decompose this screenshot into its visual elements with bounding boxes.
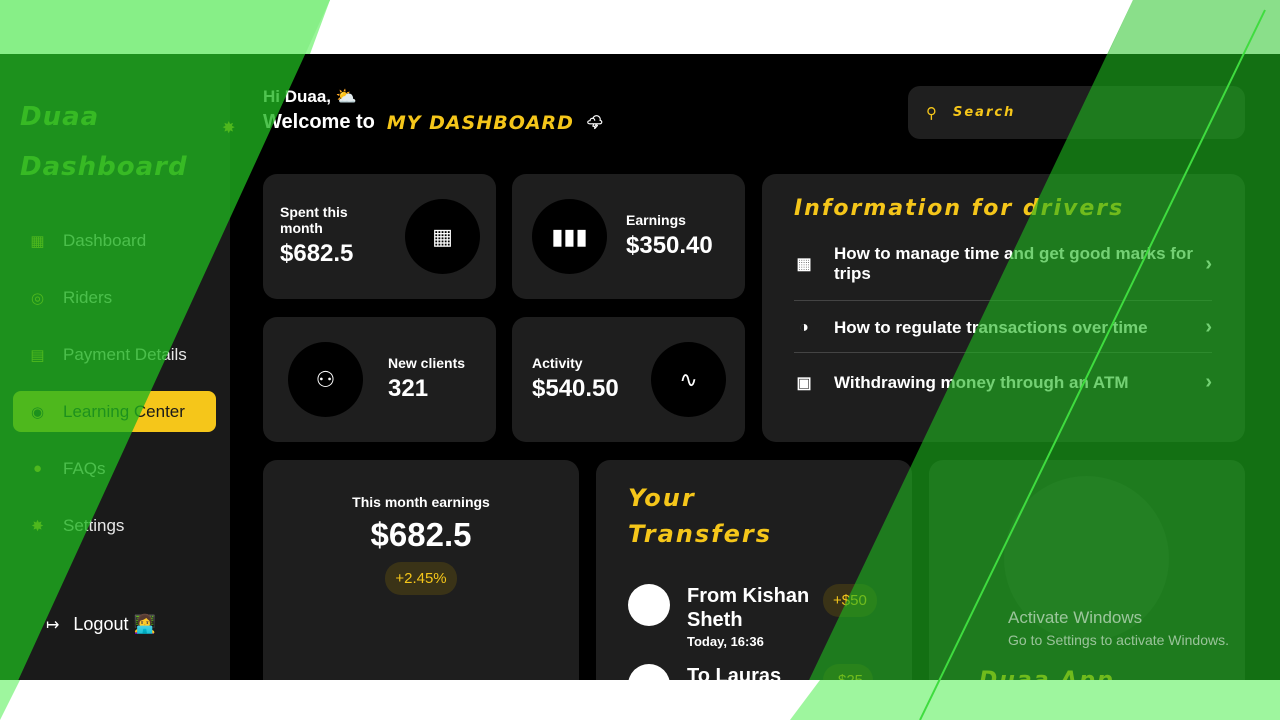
monthly-label: This month earnings (352, 494, 490, 510)
search-input[interactable] (953, 105, 1213, 120)
rider-icon: ◎ (30, 289, 45, 307)
transfer-row[interactable]: ☺ To Lauras -$25 (628, 664, 888, 680)
promo-title: Duaa App (979, 668, 1115, 680)
greeting: Hi Duaa, ⛅ Welcome to MY DASHBOARD 🌩 (263, 87, 604, 134)
sidebar-item-label: Riders (63, 287, 113, 307)
sidebar-item-label: Settings (63, 515, 125, 535)
brand-line-2: Dashboard (20, 152, 188, 182)
sidebar-item-label: Learning Center (63, 401, 185, 421)
sidebar-item-label: Payment Details (63, 344, 187, 364)
transfers-title: Your Transfers (628, 484, 772, 548)
chat-icon: ● (32, 460, 43, 477)
stat-value: $350.40 (626, 232, 713, 259)
logout-button[interactable]: ↦ Logout 👩‍💻 (46, 614, 156, 635)
stat-value: $682.5 (280, 240, 354, 267)
stat-label: New clients (388, 355, 466, 371)
transfers-card: Your Transfers ☺ From Kishan Sheth Today… (596, 460, 912, 680)
info-card: Information for drivers ▦ How to manage … (762, 174, 1245, 442)
greeting-hi: Hi Duaa, ⛅ (263, 87, 357, 106)
chevron-right-icon: › (1205, 371, 1212, 393)
sidebar-item-faqs[interactable]: ● FAQs (13, 448, 216, 489)
stat-value: 321 (388, 375, 429, 402)
users-icon: ⚇ (288, 342, 363, 417)
logout-icon: ↦ (46, 616, 60, 634)
stat-label: Activity (532, 355, 583, 371)
clock-icon: ◑ (799, 318, 809, 336)
sidebar-item-dashboard[interactable]: ▦ Dashboard (13, 220, 216, 261)
search-icon: ⚲ (926, 103, 937, 122)
cloud-icon: 🌩 (585, 114, 604, 130)
sidebar-item-settings[interactable]: ✸ Settings (13, 505, 216, 546)
info-item-text: How to regulate transactions over time (834, 317, 1148, 337)
logout-label: Logout 👩‍💻 (73, 614, 156, 634)
dashboard-app: Duaa Dashboard ▦ Dashboard ◎ Riders ▤ Pa… (0, 54, 1280, 680)
change-badge: +2.45% (385, 562, 457, 595)
bar-chart-icon: ▮▮▮ (532, 199, 607, 274)
transfer-row[interactable]: ☺ From Kishan Sheth Today, 16:36 +$50 (628, 584, 888, 654)
gear-icon: ✸ (31, 517, 44, 535)
info-item-text: Withdrawing money through an ATM (834, 372, 1129, 392)
stat-label: Spent this month (280, 204, 348, 236)
brand-line-1: Duaa (20, 102, 100, 132)
info-item-withdraw-atm[interactable]: ▣ Withdrawing money through an ATM › (794, 371, 1212, 394)
stat-card-earnings: ▮▮▮ Earnings $350.40 (512, 174, 745, 299)
dashboard-title: MY DASHBOARD (386, 111, 574, 134)
calendar-icon: ▦ (405, 199, 480, 274)
info-item-text: How to manage time and get good marks fo… (834, 244, 1193, 283)
stat-value: $540.50 (532, 375, 619, 402)
chevron-right-icon: › (1205, 252, 1212, 275)
sidebar: Duaa Dashboard ▦ Dashboard ◎ Riders ▤ Pa… (0, 54, 230, 680)
stat-card-activity: Activity $540.50 ∿ (512, 317, 745, 442)
brand-logo: Duaa Dashboard (20, 92, 188, 192)
info-item-regulate-transactions[interactable]: ◑ How to regulate transactions over time… (794, 316, 1212, 339)
transfer-name: From Kishan Sheth (687, 585, 810, 631)
search-bar[interactable]: ⚲ (908, 86, 1245, 139)
watermark-line-2: Go to Settings to activate Windows. (1008, 632, 1229, 648)
windows-activation-watermark: Activate Windows Go to Settings to activ… (1008, 608, 1229, 648)
stat-card-clients: ⚇ New clients 321 (263, 317, 496, 442)
stat-label: Earnings (626, 212, 686, 228)
grid-icon: ▦ (30, 232, 45, 250)
sidebar-item-riders[interactable]: ◎ Riders (13, 277, 216, 318)
monthly-earnings-card: This month earnings $682.5 +2.45% (263, 460, 579, 680)
watermark-line-1: Activate Windows (1008, 608, 1143, 627)
transfer-amount: +$50 (823, 584, 877, 617)
money-icon: ▣ (796, 374, 812, 392)
avatar: ☺ (628, 584, 670, 626)
sidebar-nav: ▦ Dashboard ◎ Riders ▤ Payment Details ◉… (13, 220, 216, 562)
welcome-text: Welcome to (263, 111, 375, 133)
card-icon: ▤ (30, 346, 45, 364)
calendar-icon: ▦ (796, 256, 812, 273)
transfer-name: To Lauras (687, 665, 782, 680)
sidebar-item-label: FAQs (63, 458, 106, 478)
greeting-welcome: Welcome to MY DASHBOARD 🌩 (263, 111, 604, 134)
stat-card-spent: Spent this month $682.5 ▦ (263, 174, 496, 299)
book-icon: ◉ (30, 403, 45, 421)
transfer-amount: -$25 (823, 664, 874, 680)
transfer-time: Today, 16:36 (687, 634, 764, 649)
avatar: ☺ (628, 664, 670, 680)
sidebar-item-label: Dashboard (63, 230, 147, 250)
activity-pulse-icon: ∿ (651, 342, 726, 417)
sidebar-item-payment-details[interactable]: ▤ Payment Details (13, 334, 216, 375)
chevron-right-icon: › (1205, 316, 1212, 338)
settings-gear-icon[interactable]: ✸ (222, 118, 235, 137)
divider (794, 352, 1212, 353)
sidebar-item-learning-center[interactable]: ◉ Learning Center (13, 391, 216, 432)
divider (794, 300, 1212, 301)
info-item-manage-time[interactable]: ▦ How to manage time and get good marks … (794, 244, 1212, 284)
monthly-value: $682.5 (370, 516, 472, 553)
info-title: Information for drivers (794, 196, 1125, 221)
